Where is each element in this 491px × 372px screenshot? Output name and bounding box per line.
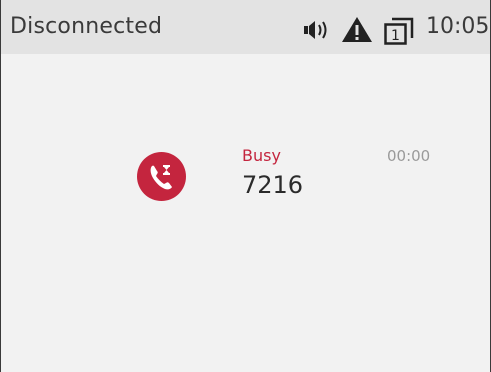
ringer-volume-icon	[304, 19, 336, 41]
status-bar: Disconnected 1 10:05	[1, 0, 490, 54]
connection-status-title: Disconnected	[10, 14, 163, 39]
call-number: 7216	[242, 171, 304, 199]
line-1-icon: 1	[384, 17, 414, 45]
warning-icon	[341, 16, 373, 43]
phone-screen: Disconnected 1 10:05 Busy 7216 00:00	[0, 0, 491, 372]
phone-busy-icon	[137, 152, 186, 201]
line-number: 1	[391, 28, 400, 44]
call-status: Busy	[242, 146, 281, 165]
call-timer: 00:00	[387, 147, 431, 165]
clock: 10:05	[426, 14, 490, 39]
